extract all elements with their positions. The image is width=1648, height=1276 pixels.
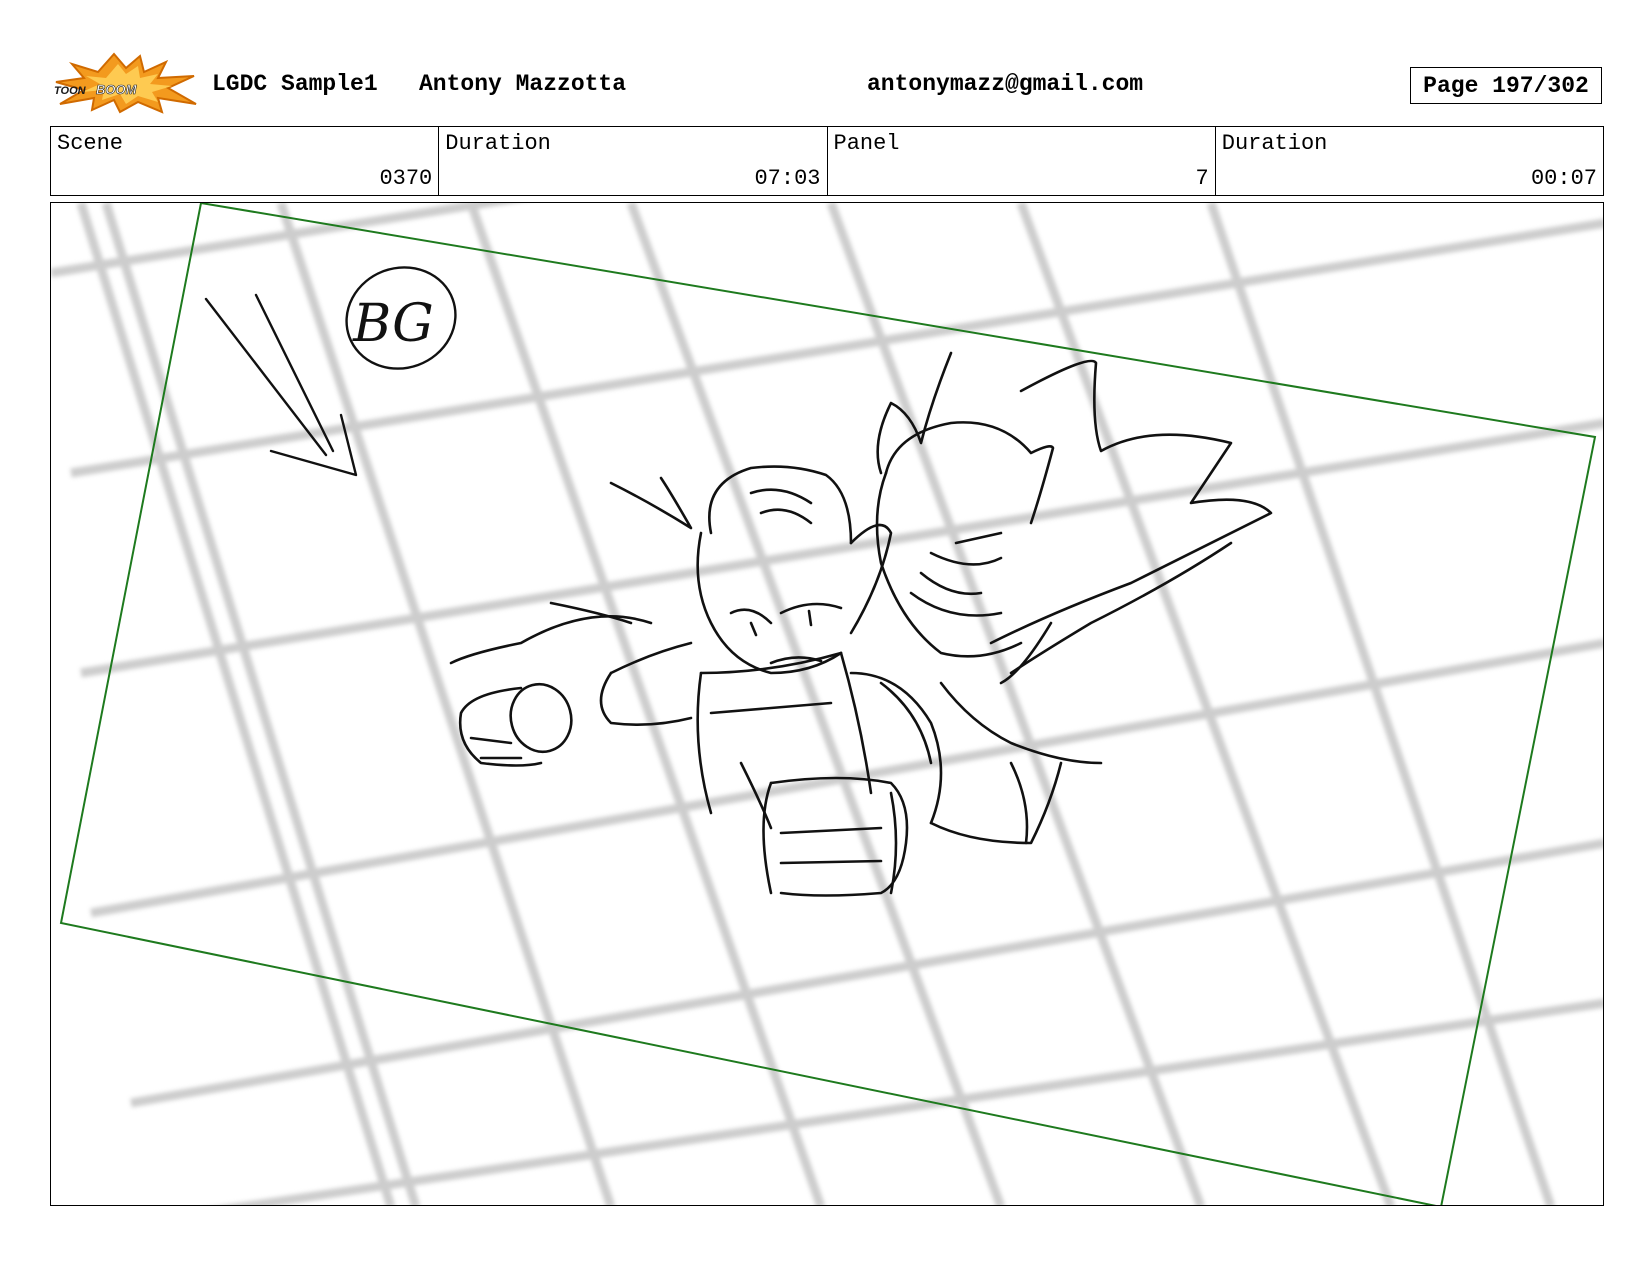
page-number: Page 197/302	[1410, 67, 1602, 104]
author-name: Antony Mazzotta	[419, 71, 627, 97]
scene-label: Scene	[57, 131, 124, 156]
logo-boom-text: BOOM	[96, 82, 138, 97]
logo-toon-text: TOON	[54, 85, 87, 97]
panel-drawing: BG	[51, 203, 1603, 1205]
scene-duration-value: 07:03	[754, 166, 821, 191]
scene-cell: Scene 0370	[51, 127, 440, 195]
panel-value: 7	[1195, 166, 1209, 191]
toon-boom-logo-icon: TOON BOOM	[54, 52, 197, 114]
panel-duration-label: Duration	[1221, 131, 1328, 156]
bg-note: BG	[345, 266, 457, 370]
storyboard-panel: BG	[50, 202, 1604, 1206]
panel-duration-value: 00:07	[1530, 166, 1597, 191]
scene-info-table: Scene 0370 Duration 07:03 Panel 7 Durati…	[50, 126, 1604, 196]
toon-boom-logo: TOON BOOM	[54, 52, 198, 114]
project-title: LGDC Sample1	[212, 71, 378, 97]
author-email: antonymazz@gmail.com	[867, 71, 1144, 97]
panel-duration-cell: Duration 00:07	[1216, 127, 1603, 195]
panel-cell: Panel 7	[828, 127, 1216, 195]
scene-duration-cell: Duration 07:03	[439, 127, 828, 195]
panel-label: Panel	[833, 131, 900, 156]
scene-duration-label: Duration	[445, 131, 551, 156]
bg-note-text: BG	[352, 294, 434, 354]
scene-value: 0370	[379, 166, 433, 191]
